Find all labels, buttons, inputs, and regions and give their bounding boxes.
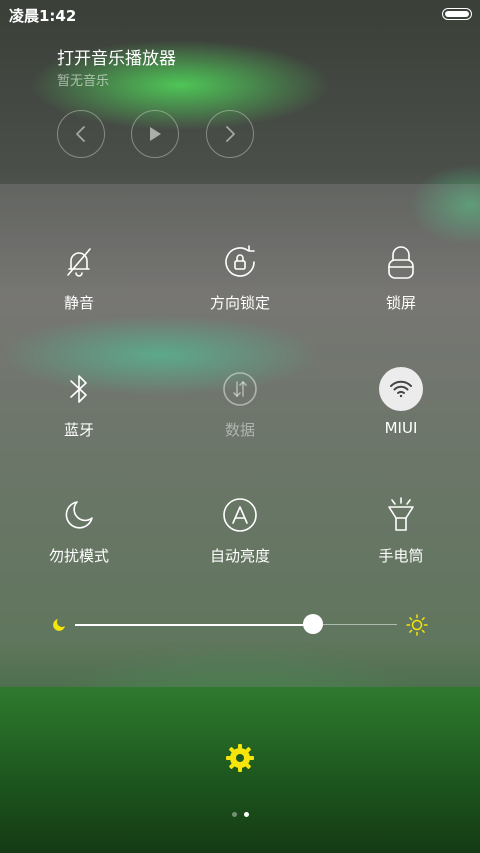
toggle-mobile-data-label: 数据 <box>224 421 255 439</box>
status-time: 凌晨1:42 <box>9 7 77 25</box>
toggle-mute[interactable]: 静音 <box>0 240 159 313</box>
toggle-do-not-disturb-label: 勿扰模式 <box>48 547 109 565</box>
wifi-icon <box>390 380 412 398</box>
status-bar: 凌晨1:42 <box>0 0 480 28</box>
toggle-bluetooth[interactable]: 蓝牙 <box>0 367 159 440</box>
page-dot-2[interactable] <box>243 812 249 817</box>
music-title[interactable]: 打开音乐播放器 <box>57 44 176 69</box>
toggle-flashlight-label: 手电筒 <box>378 547 424 565</box>
rotation-lock-icon <box>225 245 255 277</box>
brightness-track-fill <box>75 623 314 626</box>
page-dot-1[interactable] <box>231 812 237 817</box>
moon-small-icon <box>53 619 65 631</box>
brightness-thumb[interactable] <box>303 614 324 634</box>
mute-bell-icon <box>67 248 91 277</box>
next-icon <box>226 126 235 142</box>
prev-button[interactable] <box>57 110 105 158</box>
mobile-data-icon <box>223 372 257 406</box>
toggle-lock-screen-label: 锁屏 <box>385 294 416 312</box>
battery-icon <box>442 8 472 20</box>
gear-icon[interactable] <box>224 742 256 774</box>
toggle-wifi-label: MIUI <box>384 419 418 437</box>
play-icon <box>150 127 161 141</box>
toggle-auto-brightness-label: 自动亮度 <box>209 547 270 565</box>
bluetooth-icon <box>70 375 87 403</box>
toggle-lock-screen[interactable]: 锁屏 <box>321 240 480 313</box>
toggle-wifi[interactable]: MIUI <box>321 367 480 437</box>
toggle-mobile-data[interactable]: 数据 <box>160 367 320 440</box>
lock-icon <box>388 246 414 279</box>
brightness-track[interactable] <box>75 623 397 626</box>
toggle-rotation-lock[interactable]: 方向锁定 <box>160 240 320 313</box>
next-button[interactable] <box>206 110 254 158</box>
toggle-mute-label: 静音 <box>63 294 94 312</box>
toggle-bluetooth-label: 蓝牙 <box>63 421 94 439</box>
auto-brightness-icon <box>223 498 257 532</box>
brightness-slider[interactable] <box>0 610 480 640</box>
music-subtitle: 暂无音乐 <box>57 74 110 89</box>
toggle-flashlight[interactable]: 手电筒 <box>321 493 480 566</box>
sun-icon <box>406 614 428 636</box>
flashlight-icon <box>388 497 414 531</box>
prev-icon <box>76 126 85 142</box>
toggle-do-not-disturb[interactable]: 勿扰模式 <box>0 493 159 566</box>
page-indicator <box>0 812 480 817</box>
moon-icon <box>65 501 93 529</box>
play-button[interactable] <box>131 110 179 158</box>
toggle-auto-brightness[interactable]: 自动亮度 <box>160 493 320 566</box>
toggle-rotation-lock-label: 方向锁定 <box>209 294 270 312</box>
